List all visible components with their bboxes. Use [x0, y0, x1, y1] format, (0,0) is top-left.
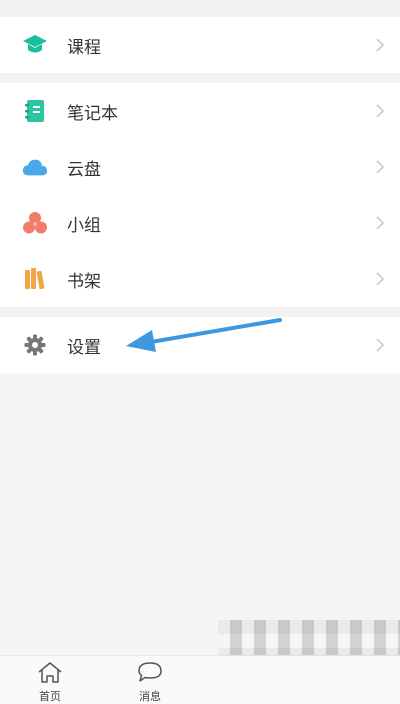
menu-item-notebook-label: 笔记本 — [67, 103, 118, 124]
menu-item-bookshelf[interactable]: 书架 — [0, 251, 400, 307]
menu-item-cloud-label: 云盘 — [67, 159, 101, 180]
chat-bubble-icon — [137, 661, 163, 687]
menu-item-course[interactable]: 课程 — [0, 17, 400, 73]
gear-icon — [22, 332, 48, 358]
chevron-right-icon — [374, 336, 386, 354]
top-gap — [0, 0, 400, 17]
chevron-right-icon — [374, 158, 386, 176]
tab-messages-label: 消息 — [139, 690, 161, 703]
tab-messages[interactable]: 消息 — [100, 656, 200, 704]
section-separator — [0, 307, 400, 317]
bottom-tab-bar: 首页 消息 — [0, 655, 400, 704]
settings-group: 设置 — [0, 317, 400, 373]
menu-item-bookshelf-label: 书架 — [67, 271, 101, 292]
chevron-right-icon — [374, 270, 386, 288]
menu-item-group-label: 小组 — [67, 215, 101, 236]
graduation-cap-icon — [22, 32, 48, 58]
bookshelf-icon — [22, 266, 48, 292]
group-circles-icon — [22, 210, 48, 236]
tools-group: 笔记本 云盘 小组 书架 — [0, 83, 400, 307]
chevron-right-icon — [374, 102, 386, 120]
section-separator — [0, 73, 400, 83]
tab-home[interactable]: 首页 — [0, 656, 100, 704]
menu-item-notebook[interactable]: 笔记本 — [0, 83, 400, 139]
tab-home-label: 首页 — [39, 690, 61, 703]
menu-item-settings-label: 设置 — [67, 337, 101, 358]
home-icon — [37, 661, 63, 687]
chevron-right-icon — [374, 214, 386, 232]
menu-item-cloud[interactable]: 云盘 — [0, 139, 400, 195]
course-group: 课程 — [0, 17, 400, 73]
chevron-right-icon — [374, 36, 386, 54]
menu-item-group[interactable]: 小组 — [0, 195, 400, 251]
cloud-icon — [22, 154, 48, 180]
menu-item-course-label: 课程 — [67, 37, 101, 58]
notebook-icon — [22, 98, 48, 124]
menu-item-settings[interactable]: 设置 — [0, 317, 400, 373]
